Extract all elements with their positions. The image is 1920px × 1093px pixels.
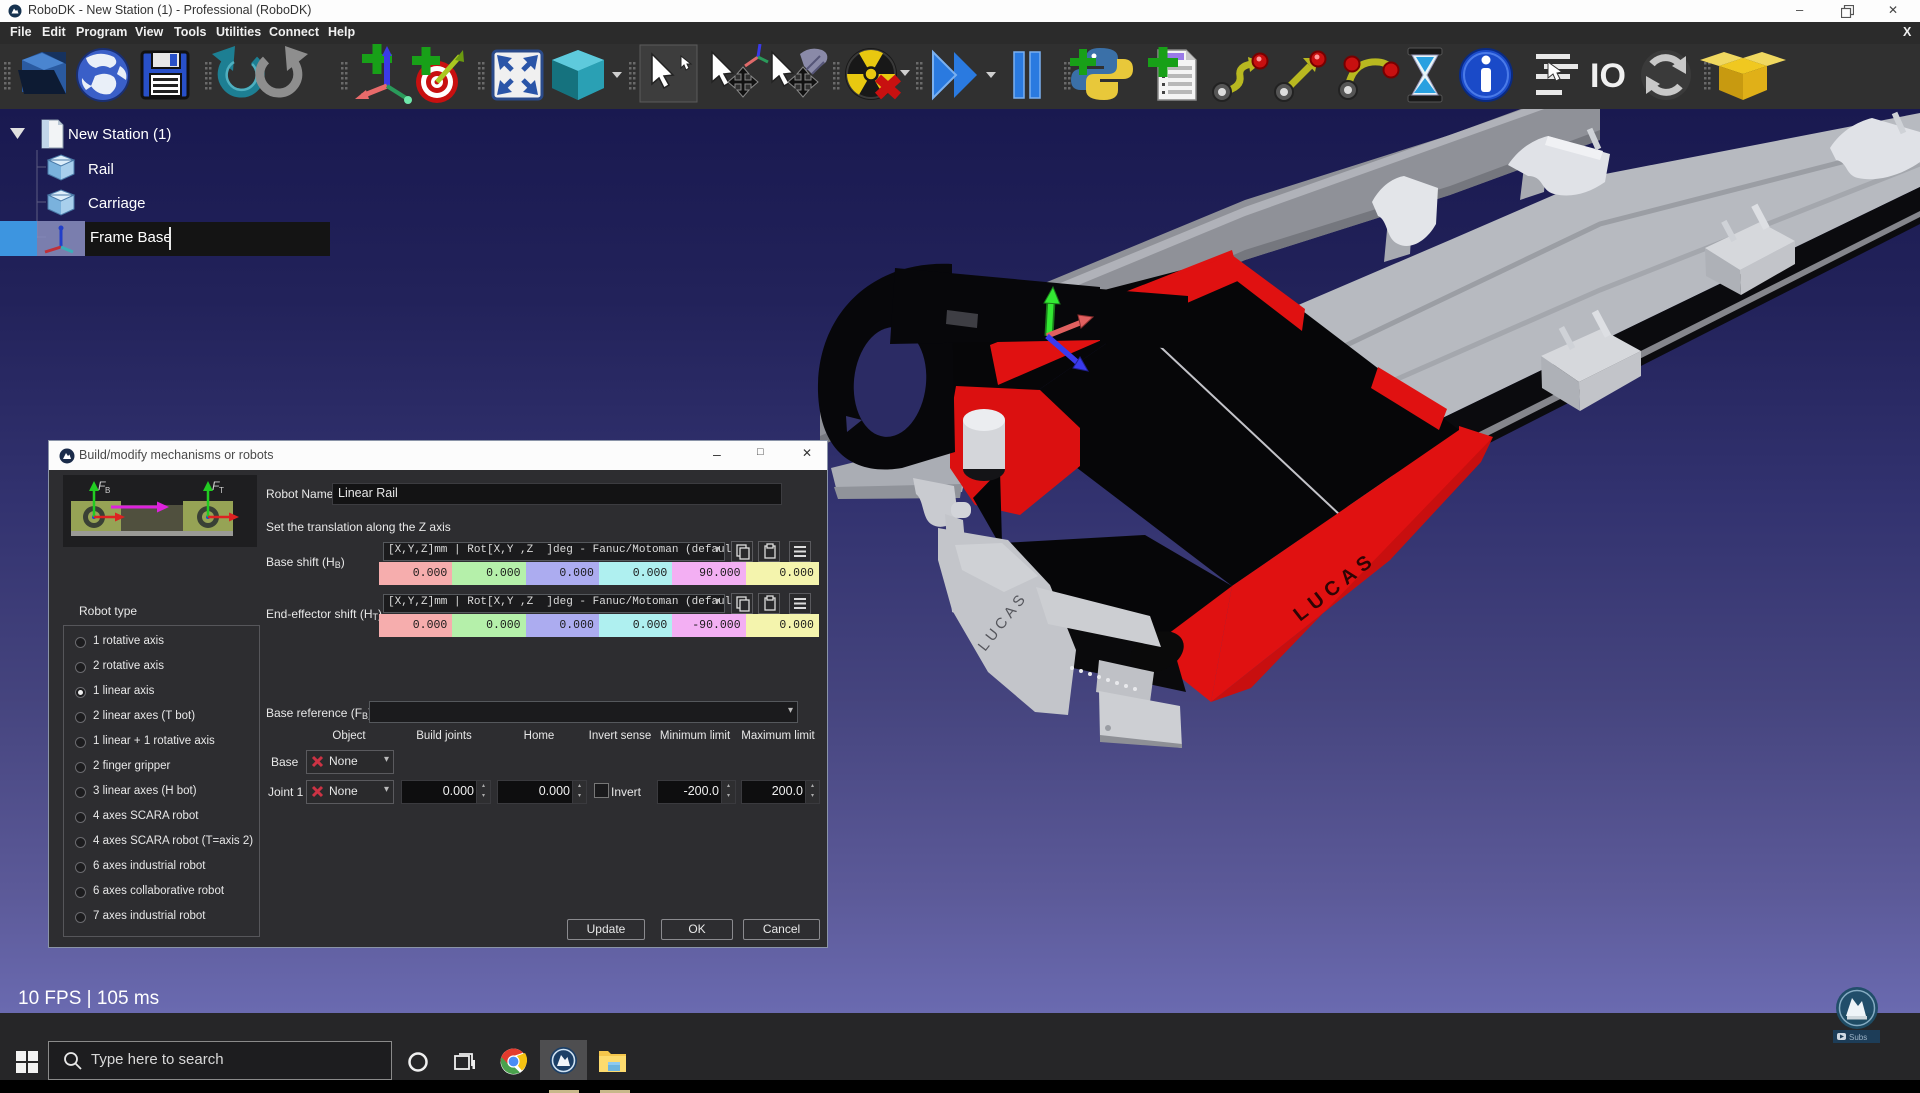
svg-text:Subs: Subs [1849,1033,1867,1042]
svg-text:T: T [219,486,224,495]
svg-text:IO: IO [1590,57,1626,95]
svg-text:B: B [105,486,110,495]
